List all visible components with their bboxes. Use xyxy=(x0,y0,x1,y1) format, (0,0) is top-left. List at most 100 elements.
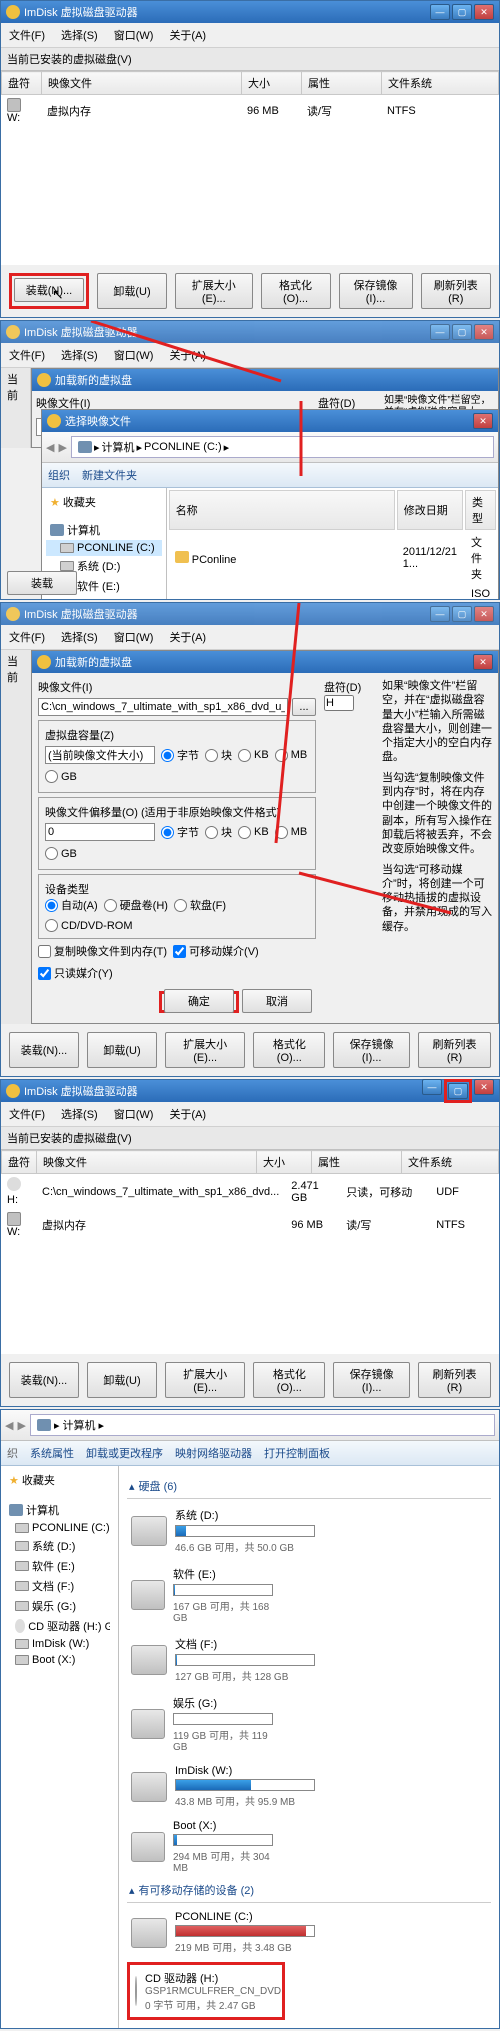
tree-drive[interactable]: CD 驱动器 (H:) GSP1F xyxy=(5,1616,114,1636)
image-file-input[interactable] xyxy=(38,698,288,716)
table-row[interactable]: W: 虚拟内存 96 MB 读/写 NTFS xyxy=(1,1209,499,1241)
close-button[interactable]: ✕ xyxy=(474,606,494,622)
menu-about[interactable]: 关于(A) xyxy=(165,25,210,45)
drive-card[interactable]: PCONLINE (C:)219 MB 可用，共 3.48 GB xyxy=(127,1907,347,1958)
close-button[interactable]: ✕ xyxy=(473,413,493,429)
tree-drive[interactable]: PCONLINE (C:) xyxy=(5,1520,114,1536)
mount-button[interactable]: 装载(N)... xyxy=(9,1362,79,1398)
save-button[interactable]: 保存镜像(I)... xyxy=(333,1362,410,1398)
tree-drive[interactable]: 文档 (F:) xyxy=(46,596,162,600)
file-list[interactable]: 名称修改日期类型 PConline2011/12/21 1...文件夹 cn_w… xyxy=(167,488,498,600)
tree-drive[interactable]: Boot (X:) xyxy=(5,1652,114,1668)
menu-file[interactable]: 文件(F) xyxy=(5,1104,49,1124)
drive-input[interactable] xyxy=(324,695,354,711)
menu-file[interactable]: 文件(F) xyxy=(5,25,49,45)
unit-mb[interactable]: MB xyxy=(275,749,308,762)
refresh-button[interactable]: 刷新列表(R) xyxy=(418,1032,491,1068)
dialog-titlebar[interactable]: 加载新的虚拟盘 xyxy=(32,369,498,391)
address-bar[interactable]: ◀ ▶ ▸ 计算机 ▸ xyxy=(1,1410,499,1441)
format-button[interactable]: 格式化(O)... xyxy=(253,1032,325,1068)
table-body[interactable]: W: 虚拟内存 96 MB 读/写 NTFS xyxy=(1,95,499,265)
titlebar[interactable]: ImDisk 虚拟磁盘驱动器 —▢✕ xyxy=(1,603,499,625)
table-body[interactable]: H: C:\cn_windows_7_ultimate_with_sp1_x86… xyxy=(1,1174,499,1354)
readonly[interactable]: 只读媒介(Y) xyxy=(38,965,113,981)
removable[interactable]: 可移动媒介(V) xyxy=(173,943,259,959)
picker-titlebar[interactable]: 选择映像文件 ✕ xyxy=(42,410,498,432)
col-attr[interactable]: 属性 xyxy=(302,72,382,95)
format-button[interactable]: 格式化(O)... xyxy=(253,1362,325,1398)
address-bar[interactable]: ◀ ▶ ▸ 计算机 ▸ PCONLINE (C:) ▸ xyxy=(42,432,498,463)
breadcrumb[interactable]: ▸ 计算机 ▸ xyxy=(30,1414,495,1436)
maximize-button[interactable]: ▢ xyxy=(452,606,472,622)
menu-window[interactable]: 窗口(W) xyxy=(110,25,158,45)
unmount-button[interactable]: 卸载(U) xyxy=(97,273,167,309)
ok-button[interactable]: 确定 xyxy=(164,989,234,1013)
mount-button[interactable]: 装载 xyxy=(7,571,77,595)
unit-kb[interactable]: KB xyxy=(238,826,269,839)
tree-favorites[interactable]: ★收藏夹 xyxy=(46,492,162,512)
tree-drive[interactable]: 软件 (E:) xyxy=(5,1556,114,1576)
tree-drive[interactable]: 娱乐 (G:) xyxy=(5,1596,114,1616)
tree-drive[interactable]: PCONLINE (C:) xyxy=(46,540,162,556)
menu-window[interactable]: 窗口(W) xyxy=(110,1104,158,1124)
dev-hdd[interactable]: 硬盘卷(H) xyxy=(104,897,168,913)
drive-card[interactable]: 娱乐 (G:)119 GB 可用，共 119 GB xyxy=(127,1691,277,1757)
crumb[interactable]: PCONLINE (C:) xyxy=(144,441,222,453)
tb-uninstall[interactable]: 卸载或更改程序 xyxy=(86,1445,163,1461)
col-name[interactable]: 名称 xyxy=(169,490,395,530)
menu-about[interactable]: 关于(A) xyxy=(165,1104,210,1124)
unmount-button[interactable]: 卸载(U) xyxy=(87,1362,157,1398)
col-size[interactable]: 大小 xyxy=(242,72,302,95)
table-row[interactable]: W: 虚拟内存 96 MB 读/写 NTFS xyxy=(1,95,499,127)
col-file[interactable]: 映像文件 xyxy=(42,72,242,95)
close-button[interactable]: ✕ xyxy=(474,324,494,340)
forward-button[interactable]: ▶ xyxy=(58,441,66,454)
forward-button[interactable]: ▶ xyxy=(17,1419,25,1432)
table-row[interactable]: H: C:\cn_windows_7_ultimate_with_sp1_x86… xyxy=(1,1174,499,1209)
menu-select[interactable]: 选择(S) xyxy=(57,1104,102,1124)
back-button[interactable]: ◀ xyxy=(46,441,54,454)
back-button[interactable]: ◀ xyxy=(5,1419,13,1432)
drive-card[interactable]: 文档 (F:)127 GB 可用，共 128 GB xyxy=(127,1632,347,1687)
unit-byte[interactable]: 字节 xyxy=(161,824,199,840)
size-input[interactable] xyxy=(45,746,155,764)
refresh-button[interactable]: 刷新列表(R) xyxy=(418,1362,491,1398)
dev-auto[interactable]: 自动(A) xyxy=(45,897,98,913)
mount-button[interactable]: 装载(N)... xyxy=(14,278,84,302)
file-row[interactable]: cn_windows_7_ultimate_with_sp1_x...2011/… xyxy=(169,586,496,600)
menu-window[interactable]: 窗口(W) xyxy=(110,345,158,365)
breadcrumb[interactable]: ▸ 计算机 ▸ PCONLINE (C:) ▸ xyxy=(71,436,494,458)
drive-card-cd[interactable]: CD 驱动器 (H:)GSP1RMCULFRER_CN_DVD0 字节 可用，共… xyxy=(131,1966,281,2016)
maximize-button[interactable]: ▢ xyxy=(448,1083,468,1099)
unit-kb[interactable]: KB xyxy=(238,749,269,762)
tb-org[interactable]: 织 xyxy=(7,1445,18,1461)
extend-button[interactable]: 扩展大小(E)... xyxy=(165,1032,245,1068)
refresh-button[interactable]: 刷新列表(R) xyxy=(421,273,492,309)
col-type[interactable]: 类型 xyxy=(465,490,496,530)
dev-floppy[interactable]: 软盘(F) xyxy=(174,897,226,913)
col-drive[interactable]: 盘符 xyxy=(2,1151,37,1174)
format-button[interactable]: 格式化(O)... xyxy=(261,273,331,309)
browse-button[interactable]: ... xyxy=(292,698,316,716)
nav-tree[interactable]: ★收藏夹 计算机 PCONLINE (C:) 系统 (D:) 软件 (E:) 文… xyxy=(1,1466,119,2028)
tree-drive[interactable]: ImDisk (W:) xyxy=(5,1636,114,1652)
copy-to-mem[interactable]: 复制映像文件到内存(T) xyxy=(38,943,167,959)
offset-input[interactable] xyxy=(45,823,155,841)
drive-card[interactable]: 软件 (E:)167 GB 可用，共 168 GB xyxy=(127,1562,277,1628)
save-button[interactable]: 保存镜像(I)... xyxy=(339,273,413,309)
unit-gb[interactable]: GB xyxy=(45,770,77,783)
extend-button[interactable]: 扩展大小(E)... xyxy=(175,273,253,309)
col-attr[interactable]: 属性 xyxy=(312,1151,402,1174)
unmount-button[interactable]: 卸载(U) xyxy=(87,1032,157,1068)
unit-mb[interactable]: MB xyxy=(275,826,308,839)
drive-card[interactable]: Boot (X:)294 MB 可用，共 304 MB xyxy=(127,1816,277,1878)
organize-button[interactable]: 组织 xyxy=(48,467,70,483)
titlebar[interactable]: ImDisk 虚拟磁盘驱动器 — ▢ ✕ xyxy=(1,1080,499,1102)
menu-about[interactable]: 关于(A) xyxy=(165,627,210,647)
tree-drive[interactable]: 文档 (F:) xyxy=(5,1576,114,1596)
titlebar[interactable]: ImDisk 虚拟磁盘驱动器 —▢✕ xyxy=(1,321,499,343)
crumb[interactable]: 计算机 xyxy=(101,439,134,455)
minimize-button[interactable]: — xyxy=(430,4,450,20)
titlebar[interactable]: ImDisk 虚拟磁盘驱动器 — ▢ ✕ xyxy=(1,1,499,23)
close-button[interactable]: ✕ xyxy=(474,4,494,20)
